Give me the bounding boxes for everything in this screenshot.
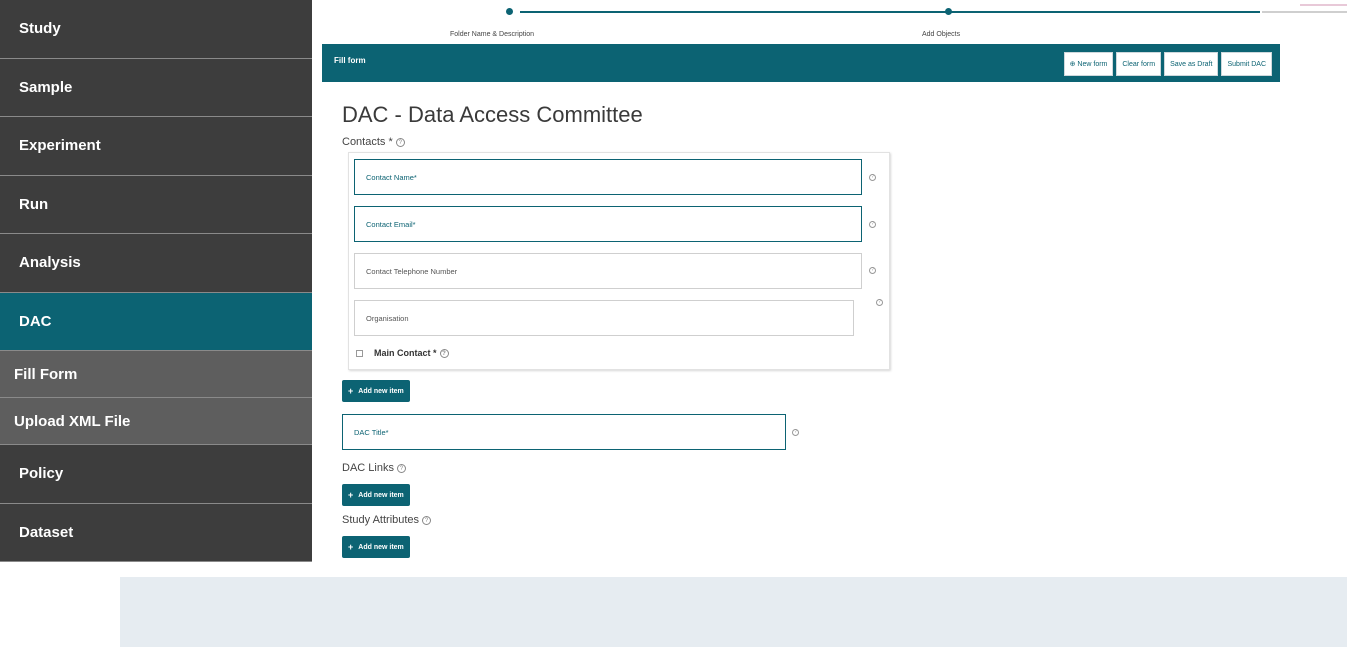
- contacts-group: Contact Name* ? Contact Email* ? Contact…: [348, 152, 890, 370]
- step-2-dot[interactable]: [945, 8, 952, 15]
- sidebar-item-sample[interactable]: Sample: [0, 58, 312, 117]
- wizard-stepper: Folder Name & Description Add Objects: [312, 0, 1347, 44]
- help-icon[interactable]: ?: [869, 267, 876, 274]
- help-icon[interactable]: ?: [396, 463, 406, 473]
- sidebar-item-label: Run: [19, 195, 49, 213]
- page-background-bottom: [120, 577, 1347, 647]
- sidebar-item-analysis[interactable]: Analysis: [0, 234, 312, 293]
- dac-title-field[interactable]: DAC Title*: [342, 414, 786, 450]
- add-study-attribute-button[interactable]: + Add new item: [342, 536, 410, 558]
- sidebar-subitem-upload-xml[interactable]: Upload XML File: [0, 398, 312, 445]
- plus-icon: +: [348, 386, 354, 396]
- contacts-label: Contacts *?: [342, 136, 405, 148]
- form-toolbar: Fill form ⊕ New form Clear form Save as …: [322, 44, 1280, 82]
- app-window: Study Sample Experiment Run Analysis DAC…: [0, 0, 1347, 647]
- stepper-remaining-line: [1262, 11, 1347, 13]
- page-title: DAC - Data Access Committee: [342, 102, 643, 127]
- sidebar-item-label: Dataset: [19, 523, 74, 541]
- page-background-right: [1280, 44, 1347, 577]
- sidebar-item-run[interactable]: Run: [0, 175, 312, 234]
- clear-form-button[interactable]: Clear form: [1116, 52, 1162, 76]
- organisation-field[interactable]: Organisation: [354, 300, 854, 336]
- sidebar-item-label: Experiment: [19, 137, 101, 155]
- contact-phone-field[interactable]: Contact Telephone Number: [354, 253, 862, 289]
- sidebar-item-label: Study: [19, 20, 61, 38]
- add-dac-link-button[interactable]: + Add new item: [342, 484, 410, 506]
- study-attributes-label-text: Study Attributes: [342, 514, 420, 526]
- sidebar-subitem-fill-form[interactable]: Fill Form: [0, 351, 312, 398]
- add-item-label: Add new item: [358, 543, 404, 551]
- submit-button[interactable]: Submit DAC: [1221, 52, 1272, 76]
- add-item-label: Add new item: [358, 491, 404, 499]
- help-icon[interactable]: ?: [792, 429, 799, 436]
- help-icon[interactable]: ?: [439, 349, 449, 359]
- contact-name-field[interactable]: Contact Name*: [354, 159, 862, 195]
- sidebar-item-experiment[interactable]: Experiment: [0, 117, 312, 176]
- toolbar-buttons: ⊕ New form Clear form Save as Draft Subm…: [1063, 52, 1272, 76]
- main-contact-label: Main Contact *?: [374, 348, 449, 359]
- plus-icon: +: [348, 542, 354, 552]
- save-draft-button[interactable]: Save as Draft: [1164, 52, 1219, 76]
- help-icon[interactable]: ?: [876, 299, 883, 306]
- help-icon[interactable]: ?: [395, 137, 405, 147]
- sidebar-item-dataset[interactable]: Dataset: [0, 503, 312, 562]
- sidebar-item-label: Fill Form: [14, 365, 78, 383]
- help-icon[interactable]: ?: [422, 515, 432, 525]
- plus-icon: +: [348, 490, 354, 500]
- sidebar-item-label: Sample: [19, 78, 73, 96]
- stepper-progress-line: [520, 11, 1260, 13]
- add-item-label: Add new item: [358, 387, 404, 395]
- sidebar-item-study[interactable]: Study: [0, 0, 312, 59]
- help-icon[interactable]: ?: [869, 174, 876, 181]
- sidebar: Study Sample Experiment Run Analysis DAC…: [0, 0, 312, 562]
- sidebar-item-policy[interactable]: Policy: [0, 445, 312, 504]
- step-2-label: Add Objects: [922, 31, 961, 38]
- dac-links-label-text: DAC Links: [342, 462, 394, 474]
- help-icon[interactable]: ?: [869, 221, 876, 228]
- contact-email-field[interactable]: Contact Email*: [354, 206, 862, 242]
- dac-form: DAC - Data Access Committee Contacts *? …: [322, 82, 1280, 577]
- new-form-button[interactable]: ⊕ New form: [1063, 52, 1114, 76]
- sidebar-item-label: Upload XML File: [14, 412, 131, 430]
- toolbar-title: Fill form: [334, 56, 366, 65]
- main-contact-label-text: Main Contact *: [374, 348, 437, 358]
- sidebar-item-label: DAC: [19, 312, 52, 330]
- add-contact-button[interactable]: + Add new item: [342, 380, 410, 402]
- study-attributes-label: Study Attributes?: [342, 514, 432, 526]
- sidebar-item-label: Policy: [19, 465, 64, 483]
- dac-links-label: DAC Links?: [342, 462, 406, 474]
- step-1-label: Folder Name & Description: [450, 31, 535, 38]
- contacts-label-text: Contacts *: [342, 136, 393, 148]
- step-1-dot[interactable]: [506, 8, 513, 15]
- sidebar-item-label: Analysis: [19, 254, 81, 272]
- sidebar-item-dac[interactable]: DAC: [0, 292, 312, 351]
- main-contact-checkbox[interactable]: [356, 350, 363, 357]
